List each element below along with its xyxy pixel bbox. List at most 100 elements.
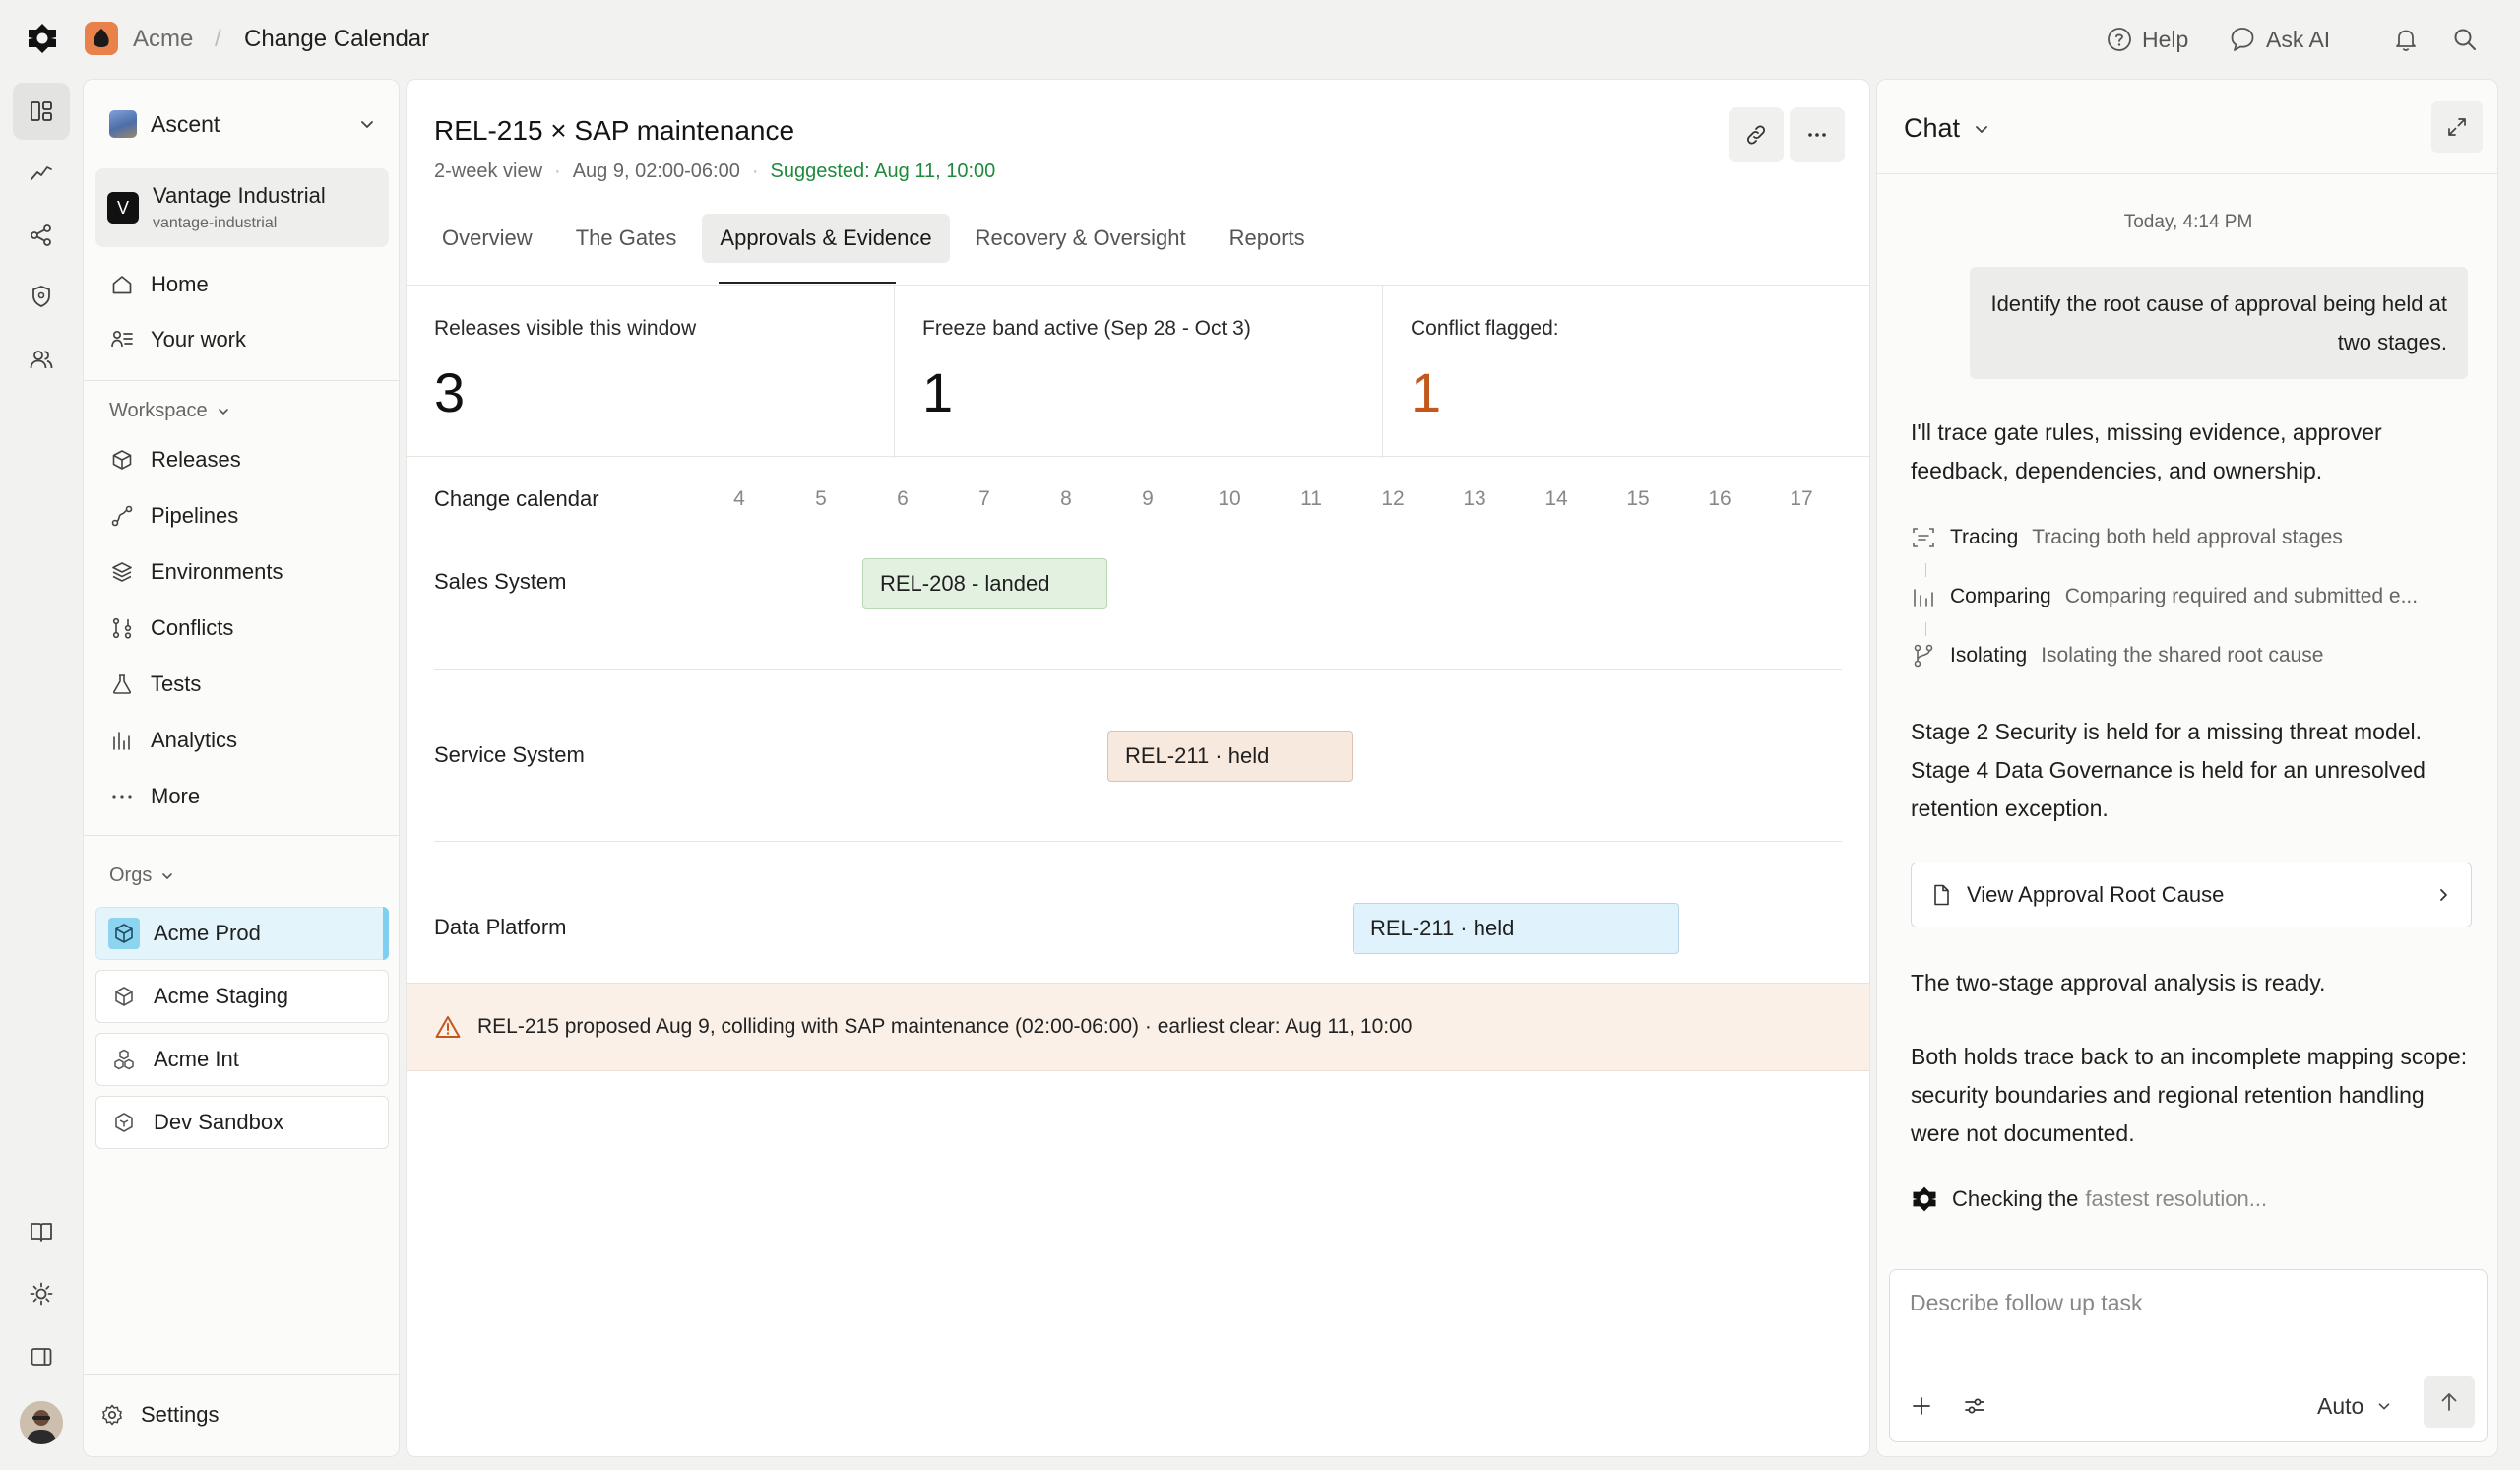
app-logo-icon[interactable] bbox=[26, 22, 59, 55]
org-logo-icon[interactable] bbox=[85, 22, 118, 55]
mode-label: Auto bbox=[2317, 1392, 2364, 1419]
calendar-day: 14 bbox=[1544, 487, 1568, 510]
sidebar-item-label: More bbox=[151, 784, 201, 808]
sidebar-divider bbox=[84, 380, 399, 381]
workspace-section-toggle[interactable]: Workspace bbox=[109, 400, 231, 422]
help-icon bbox=[2107, 27, 2132, 52]
send-button[interactable] bbox=[2424, 1376, 2475, 1428]
kpi-label: Freeze band active (Sep 28 - Oct 3) bbox=[922, 317, 1251, 340]
rail-activity-button[interactable] bbox=[13, 144, 70, 201]
sidebar-item-tests[interactable]: Tests bbox=[95, 660, 389, 709]
calendar-label: Change calendar bbox=[434, 486, 599, 511]
page-title: REL-215 × SAP maintenance bbox=[434, 115, 795, 146]
chat-composer: Auto bbox=[1889, 1269, 2488, 1442]
org-item-acme-staging[interactable]: Acme Staging bbox=[95, 970, 389, 1023]
sidebar-item-releases[interactable]: Releases bbox=[95, 435, 389, 484]
progress-text-end: fastest resolution... bbox=[2085, 1186, 2268, 1211]
sidebar-item-pipelines[interactable]: Pipelines bbox=[95, 491, 389, 541]
more-options-button[interactable] bbox=[1790, 107, 1845, 162]
follow-up-input[interactable] bbox=[1910, 1290, 2461, 1316]
expand-chat-button[interactable] bbox=[2431, 101, 2483, 153]
step-connector bbox=[1925, 622, 1926, 636]
tab-overview[interactable]: Overview bbox=[424, 214, 550, 263]
view-mode[interactable]: 2-week view bbox=[434, 160, 542, 183]
sidebar-item-analytics[interactable]: Analytics bbox=[95, 716, 389, 765]
release-bar-rel-211-service[interactable]: REL-211 · held bbox=[1107, 731, 1353, 782]
link-icon bbox=[1743, 122, 1769, 148]
calendar-day: 11 bbox=[1300, 487, 1322, 510]
step-description: Tracing both held approval stages bbox=[2032, 526, 2343, 548]
kpi-label: Releases visible this window bbox=[434, 317, 697, 340]
rail-dashboard-button[interactable] bbox=[13, 83, 70, 140]
sidebar-item-your-work[interactable]: Your work bbox=[95, 315, 389, 364]
chat-title-dropdown[interactable]: Chat bbox=[1904, 113, 1991, 144]
release-bar-rel-208[interactable]: REL-208 - landed bbox=[862, 558, 1107, 609]
org-item-label: Acme Int bbox=[154, 1047, 239, 1071]
calendar-day: 9 bbox=[1142, 487, 1154, 510]
breadcrumb-org[interactable]: Acme bbox=[133, 26, 193, 53]
schedule-meta: 2-week view · Aug 9, 02:00-06:00 · Sugge… bbox=[434, 160, 995, 183]
sidebar-item-label: Environments bbox=[151, 559, 284, 584]
orgs-section-toggle[interactable]: Orgs bbox=[109, 864, 175, 887]
rail-security-button[interactable] bbox=[13, 268, 70, 325]
ask-ai-button[interactable]: Ask AI bbox=[2229, 22, 2330, 57]
calendar-day: 5 bbox=[815, 487, 827, 510]
more-icon bbox=[109, 784, 135, 809]
copy-link-button[interactable] bbox=[1729, 107, 1784, 162]
tab-the-gates[interactable]: The Gates bbox=[558, 214, 695, 263]
sidebar-item-environments[interactable]: Environments bbox=[95, 547, 389, 597]
org-cube-icon bbox=[108, 981, 140, 1012]
tab-recovery-oversight[interactable]: Recovery & Oversight bbox=[958, 214, 1204, 263]
conflict-alert-text: REL-215 proposed Aug 9, colliding with S… bbox=[477, 1015, 1413, 1038]
org-cubes-icon bbox=[108, 1044, 140, 1075]
attach-button[interactable] bbox=[1904, 1388, 1939, 1424]
kpi-card-releases: Releases visible this window 3 bbox=[407, 286, 894, 458]
chat-timestamp: Today, 4:14 PM bbox=[2123, 212, 2253, 232]
rail-docs-button[interactable] bbox=[13, 1203, 70, 1260]
people-icon bbox=[29, 347, 54, 372]
search-button[interactable] bbox=[2447, 22, 2483, 57]
workspace-thumbnail bbox=[109, 110, 137, 138]
step-isolating: Isolating Isolating the shared root caus… bbox=[1911, 643, 2474, 669]
user-avatar[interactable] bbox=[20, 1401, 63, 1444]
plus-icon bbox=[1910, 1394, 1933, 1418]
tab-reports[interactable]: Reports bbox=[1212, 214, 1323, 263]
icon-rail bbox=[0, 79, 83, 1470]
rail-panel-toggle-button[interactable] bbox=[13, 1328, 70, 1385]
expand-icon bbox=[2446, 116, 2468, 138]
notifications-button[interactable] bbox=[2388, 22, 2424, 57]
org-item-dev-sandbox[interactable]: Dev Sandbox bbox=[95, 1096, 389, 1149]
bell-icon bbox=[2393, 27, 2419, 52]
scan-icon bbox=[1911, 525, 1936, 550]
sidebar-item-settings[interactable]: Settings bbox=[84, 1390, 399, 1439]
chevron-down-icon bbox=[1972, 119, 1991, 139]
tools-button[interactable] bbox=[1957, 1388, 1992, 1424]
rail-theme-button[interactable] bbox=[13, 1265, 70, 1322]
org-item-acme-prod[interactable]: Acme Prod bbox=[95, 907, 389, 960]
workspace-switcher[interactable]: Ascent bbox=[95, 95, 391, 154]
bar-chart-icon bbox=[1911, 584, 1936, 609]
release-bar-rel-211-data[interactable]: REL-211 · held bbox=[1353, 903, 1679, 954]
sidebar-item-home[interactable]: Home bbox=[95, 260, 389, 309]
step-name: Comparing bbox=[1950, 585, 2051, 607]
sliders-icon bbox=[1963, 1394, 1986, 1418]
sidebar: Ascent V Vantage Industrial vantage-indu… bbox=[83, 79, 400, 1457]
gear-icon bbox=[99, 1402, 125, 1428]
tab-approvals-evidence[interactable]: Approvals & Evidence bbox=[702, 214, 950, 263]
model-mode-select[interactable]: Auto bbox=[2317, 1388, 2393, 1424]
rail-share-button[interactable] bbox=[13, 207, 70, 264]
sidebar-item-more[interactable]: More bbox=[95, 772, 389, 821]
lane-label-service-system: Service System bbox=[434, 742, 585, 767]
org-item-acme-int[interactable]: Acme Int bbox=[95, 1033, 389, 1086]
tenant-switcher[interactable]: V Vantage Industrial vantage-industrial bbox=[95, 168, 389, 247]
tenant-name: Vantage Industrial bbox=[153, 183, 326, 208]
sidebar-item-conflicts[interactable]: Conflicts bbox=[95, 604, 389, 653]
calendar-day: 10 bbox=[1218, 487, 1241, 510]
shield-icon bbox=[29, 284, 54, 309]
help-button[interactable]: Help bbox=[2107, 22, 2188, 57]
analytics-icon bbox=[109, 728, 135, 753]
calendar-day: 16 bbox=[1708, 487, 1732, 510]
rail-people-button[interactable] bbox=[13, 331, 70, 388]
lane-label-sales-system: Sales System bbox=[434, 569, 567, 594]
view-root-cause-card[interactable]: View Approval Root Cause bbox=[1911, 863, 2472, 927]
